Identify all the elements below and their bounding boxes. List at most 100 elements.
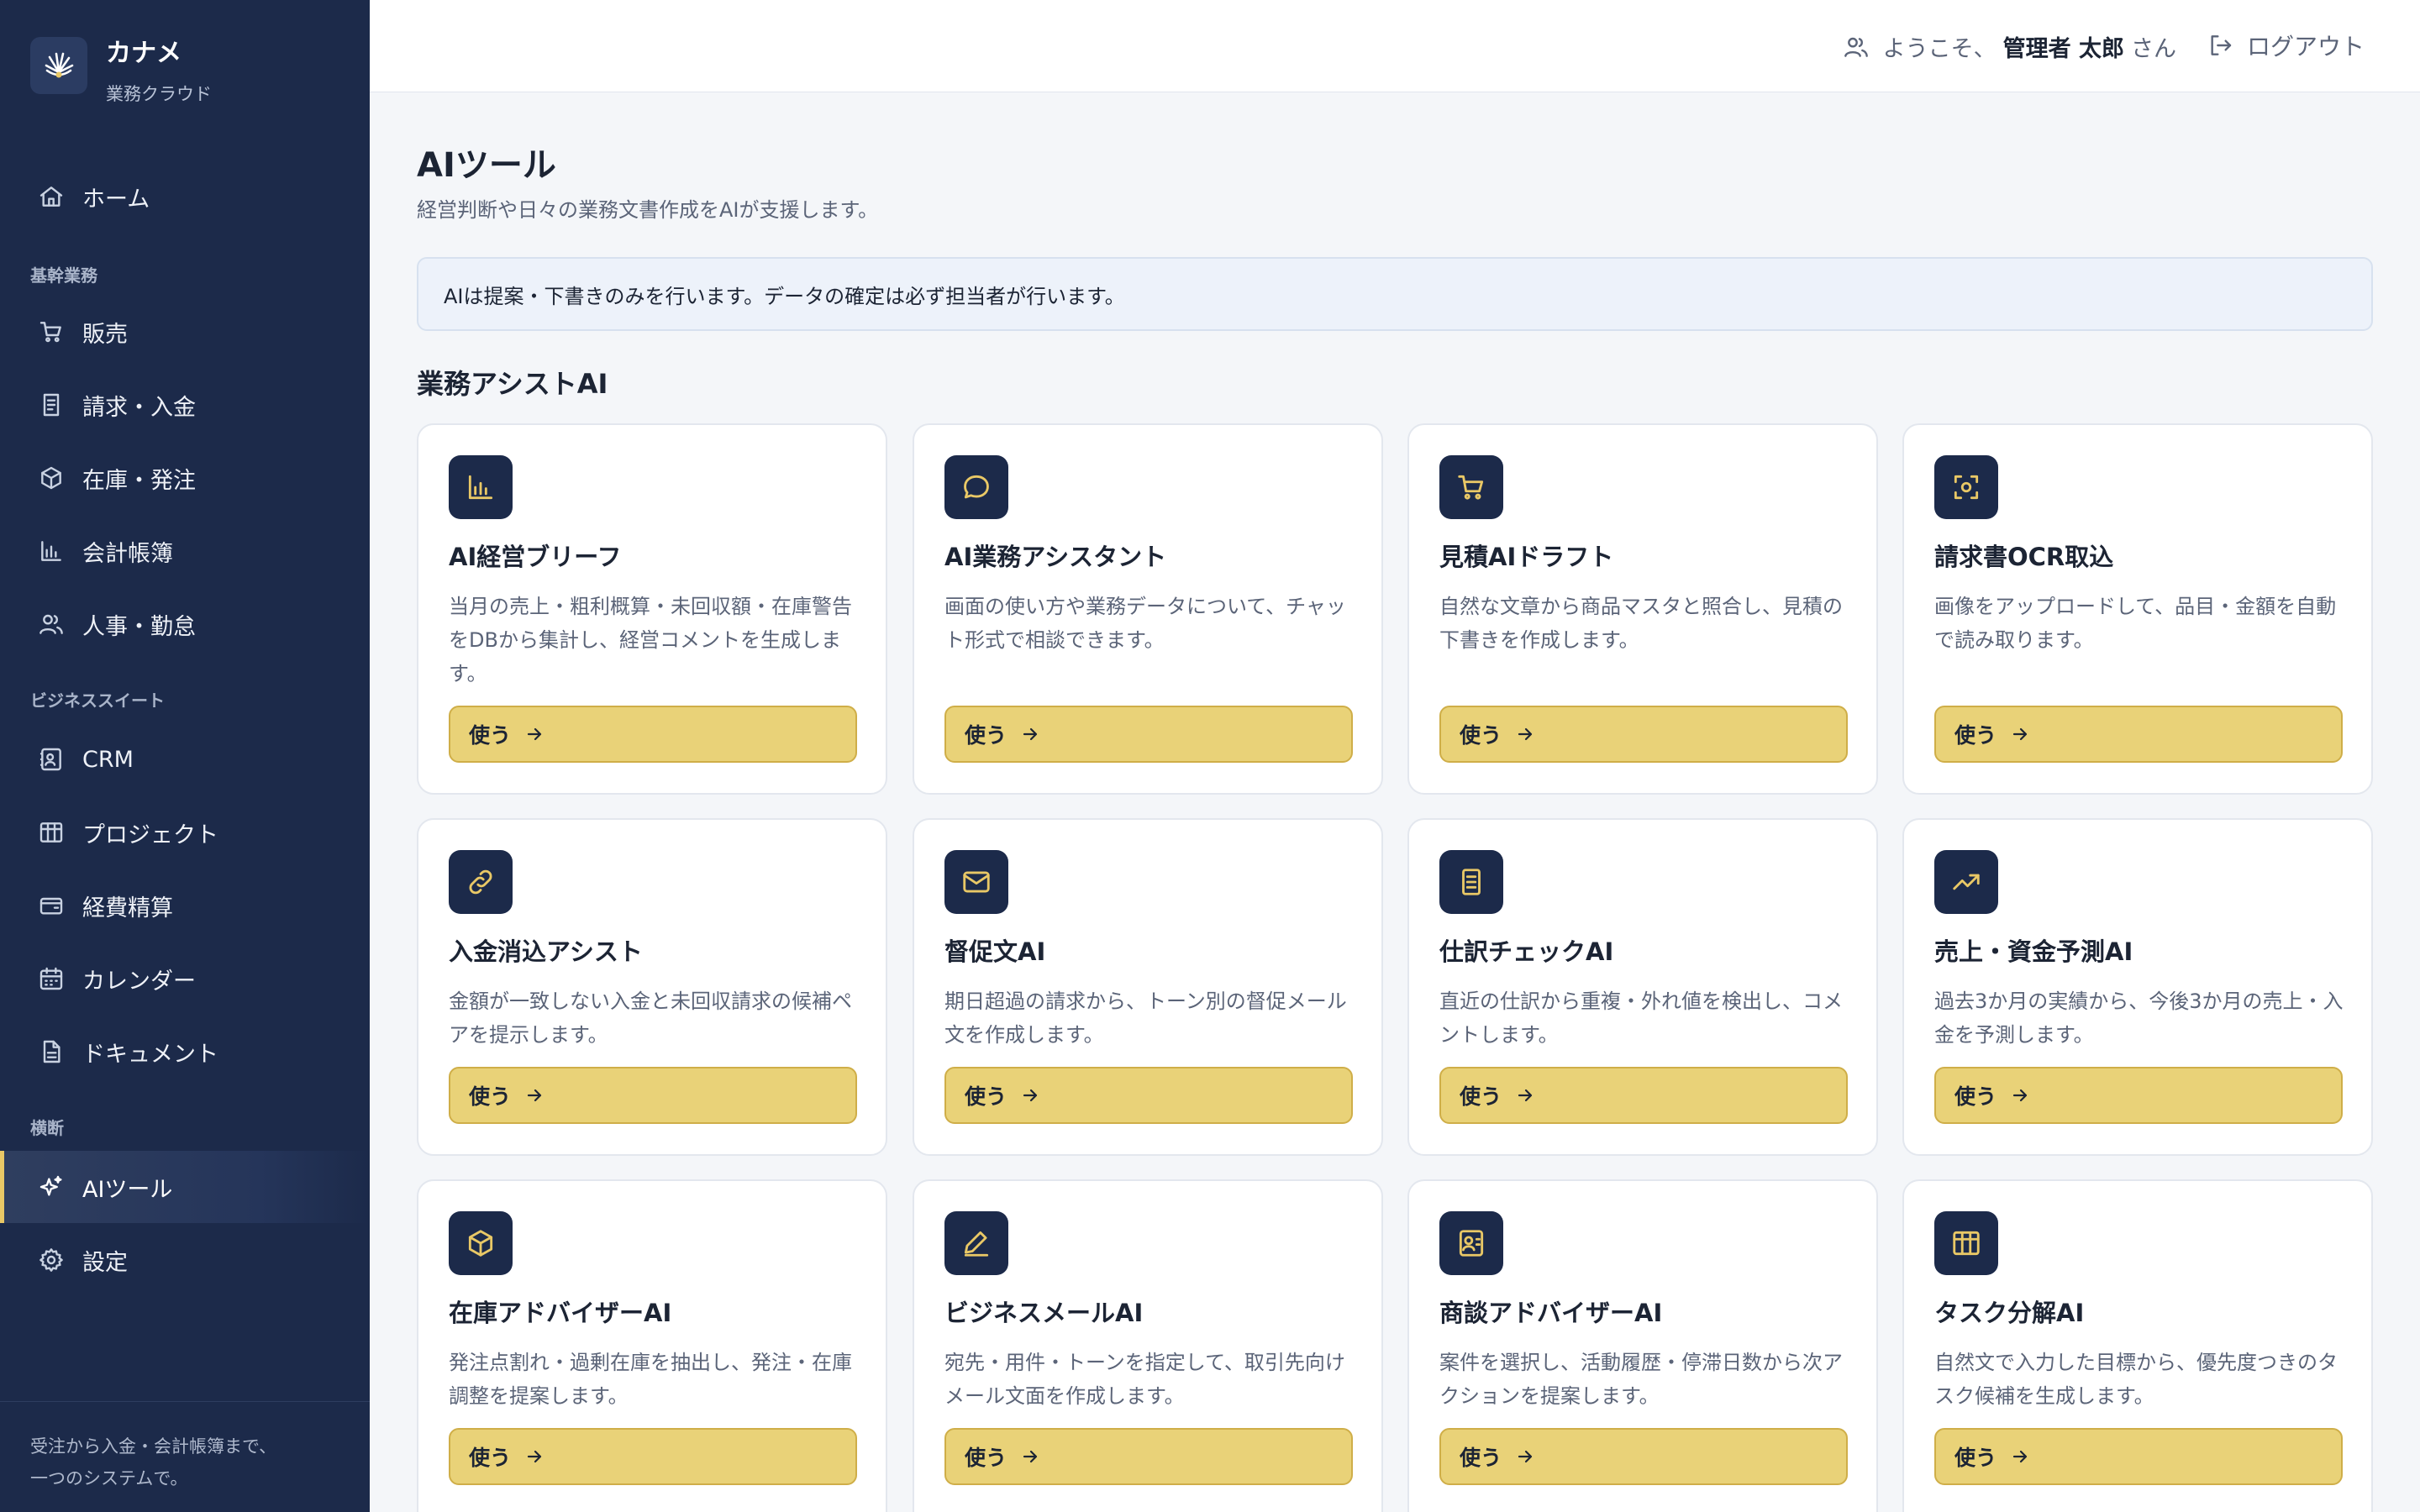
card-title: AI業務アシスタント xyxy=(944,543,1167,571)
sidebar-footer: 受注から入金・会計帳簿まで、 一つのシステムで。 xyxy=(0,1401,370,1512)
sidebar-section-cross: 横断 xyxy=(30,1118,64,1138)
sidebar-item-document[interactable]: ドキュメント xyxy=(0,1016,370,1088)
use-button[interactable]: 使う xyxy=(449,706,857,763)
use-button[interactable]: 使う xyxy=(449,1428,857,1485)
users-icon xyxy=(37,610,66,638)
card-description: 金額が一致しない入金と未回収請求の候補ペアを提示します。 xyxy=(449,990,852,1047)
grid-table-icon xyxy=(37,818,66,847)
brand-logo-icon xyxy=(30,37,87,94)
use-button[interactable]: 使う xyxy=(1934,706,2343,763)
card-title: 在庫アドバイザーAI xyxy=(449,1299,672,1327)
box-icon xyxy=(37,464,66,492)
grid-table-icon xyxy=(1934,1211,1998,1275)
card-title: 商談アドバイザーAI xyxy=(1439,1299,1663,1327)
sidebar-item-label: ドキュメント xyxy=(82,1041,218,1068)
brand[interactable]: カナメ 業務クラウド xyxy=(30,37,212,106)
tool-card-inventory-advisor: 在庫アドバイザーAI 発注点割れ・過剰在庫を抽出し、発注・在庫調整を提案します。… xyxy=(417,1179,887,1512)
use-button[interactable]: 使う xyxy=(1439,1067,1848,1124)
receipt-icon xyxy=(1439,850,1503,914)
tool-card-quote-draft: 見積AIドラフト 自然な文章から商品マスタと照合し、見積の下書きを作成します。 … xyxy=(1407,423,1878,795)
use-button[interactable]: 使う xyxy=(1934,1067,2343,1124)
sidebar-item-label: 販売 xyxy=(82,321,128,348)
arrow-right-icon xyxy=(2012,1089,2028,1102)
logout-label: ログアウト xyxy=(2246,33,2365,60)
sidebar: カナメ 業務クラウド ホーム 基幹業務 販売 請求・入金 在庫・発注 会計帳簿 … xyxy=(0,0,370,1512)
scan-icon xyxy=(1934,455,1998,519)
use-button[interactable]: 使う xyxy=(1439,706,1848,763)
sidebar-item-calendar[interactable]: カレンダー xyxy=(0,942,370,1015)
arrow-right-icon xyxy=(527,727,542,741)
sidebar-item-home[interactable]: ホーム xyxy=(0,160,370,233)
bar-chart-icon xyxy=(449,455,513,519)
contact-card-icon xyxy=(37,745,66,774)
arrow-right-icon xyxy=(1023,727,1038,741)
card-title: ビジネスメールAI xyxy=(944,1299,1144,1327)
logout-button[interactable]: ログアウト xyxy=(2207,29,2365,62)
sidebar-item-crm[interactable]: CRM xyxy=(0,723,370,795)
sidebar-item-label: 在庫・発注 xyxy=(82,467,196,494)
sidebar-item-label: 会計帳簿 xyxy=(82,540,173,567)
card-title: 入金消込アシスト xyxy=(449,937,643,966)
tool-card-journal-check: 仕訳チェックAI 直近の仕訳から重複・外れ値を検出し、コメントします。 使う xyxy=(1407,818,1878,1156)
use-button[interactable]: 使う xyxy=(944,1428,1353,1485)
use-button-label: 使う xyxy=(469,723,512,748)
card-title: 督促文AI xyxy=(944,937,1046,966)
tool-card-business-assistant: AI業務アシスタント 画面の使い方や業務データについて、チャット形式で相談できま… xyxy=(913,423,1383,795)
use-button-label: 使う xyxy=(469,1084,512,1109)
document-icon xyxy=(37,1037,66,1066)
sidebar-section-core: 基幹業務 xyxy=(30,265,97,286)
tool-card-dunning-letter: 督促文AI 期日超過の請求から、トーン別の督促メール文を作成します。 使う xyxy=(913,818,1383,1156)
use-button-label: 使う xyxy=(1460,1084,1502,1109)
home-icon xyxy=(37,182,66,211)
box-icon xyxy=(449,1211,513,1275)
card-description: 画面の使い方や業務データについて、チャット形式で相談できます。 xyxy=(944,595,1346,652)
sparkles-icon xyxy=(37,1173,66,1201)
sidebar-item-label: プロジェクト xyxy=(82,822,218,848)
card-title: 見積AIドラフト xyxy=(1439,543,1614,571)
use-button-label: 使う xyxy=(1954,1446,1997,1470)
sidebar-item-label: 設定 xyxy=(82,1249,128,1276)
use-button-label: 使う xyxy=(1954,1084,1997,1109)
cart-icon xyxy=(37,318,66,346)
arrow-right-icon xyxy=(1518,1089,1533,1102)
sidebar-item-label: 請求・入金 xyxy=(82,394,196,421)
tool-card-invoice-ocr: 請求書OCR取込 画像をアップロードして、品目・金額を自動で読み取ります。 使う xyxy=(1902,423,2373,795)
use-button[interactable]: 使う xyxy=(449,1067,857,1124)
contact-card-icon xyxy=(1439,1211,1503,1275)
sidebar-item-expense[interactable]: 経費精算 xyxy=(0,869,370,942)
sidebar-item-sales[interactable]: 販売 xyxy=(0,296,370,368)
pen-icon xyxy=(944,1211,1008,1275)
sidebar-item-label: AIツール xyxy=(82,1176,173,1203)
sidebar-item-project[interactable]: プロジェクト xyxy=(0,796,370,869)
use-button-label: 使う xyxy=(965,1084,1007,1109)
use-button[interactable]: 使う xyxy=(1934,1428,2343,1485)
bar-chart-icon xyxy=(37,537,66,565)
card-description: 自然な文章から商品マスタと照合し、見積の下書きを作成します。 xyxy=(1439,595,1843,652)
arrow-right-icon xyxy=(1518,727,1533,741)
sidebar-item-ledger[interactable]: 会計帳簿 xyxy=(0,515,370,587)
sidebar-item-hr[interactable]: 人事・勤怠 xyxy=(0,588,370,660)
use-button[interactable]: 使う xyxy=(1439,1428,1848,1485)
gear-icon xyxy=(37,1246,66,1274)
arrow-right-icon xyxy=(2012,727,2028,741)
use-button[interactable]: 使う xyxy=(944,706,1353,763)
card-description: 発注点割れ・過剰在庫を抽出し、発注・在庫調整を提案します。 xyxy=(449,1351,852,1408)
arrow-right-icon xyxy=(2012,1450,2028,1463)
sidebar-item-inventory[interactable]: 在庫・発注 xyxy=(0,442,370,514)
use-button-label: 使う xyxy=(1954,723,1997,748)
tool-card-management-brief: AI経営ブリーフ 当月の売上・粗利概算・未回収額・在庫警告をDBから集計し、経営… xyxy=(417,423,887,795)
sidebar-item-billing[interactable]: 請求・入金 xyxy=(0,369,370,441)
use-button-label: 使う xyxy=(965,1446,1007,1470)
arrow-right-icon xyxy=(1518,1450,1533,1463)
top-bar: ようこそ、 管理者 太郎 さん ログアウト xyxy=(370,0,2420,92)
use-button-label: 使う xyxy=(1460,723,1502,748)
use-button[interactable]: 使う xyxy=(944,1067,1353,1124)
sidebar-item-settings[interactable]: 設定 xyxy=(0,1224,370,1296)
mail-icon xyxy=(944,850,1008,914)
sidebar-item-label: 人事・勤怠 xyxy=(82,613,196,640)
sidebar-item-ai-tools[interactable]: AIツール xyxy=(0,1151,370,1223)
card-title: 請求書OCR取込 xyxy=(1934,543,2114,571)
card-description: 期日超過の請求から、トーン別の督促メール文を作成します。 xyxy=(944,990,1347,1047)
notice-text: AIは提案・下書きのみを行います。データの確定は必ず担当者が行います。 xyxy=(444,284,1125,308)
arrow-right-icon xyxy=(527,1089,542,1102)
